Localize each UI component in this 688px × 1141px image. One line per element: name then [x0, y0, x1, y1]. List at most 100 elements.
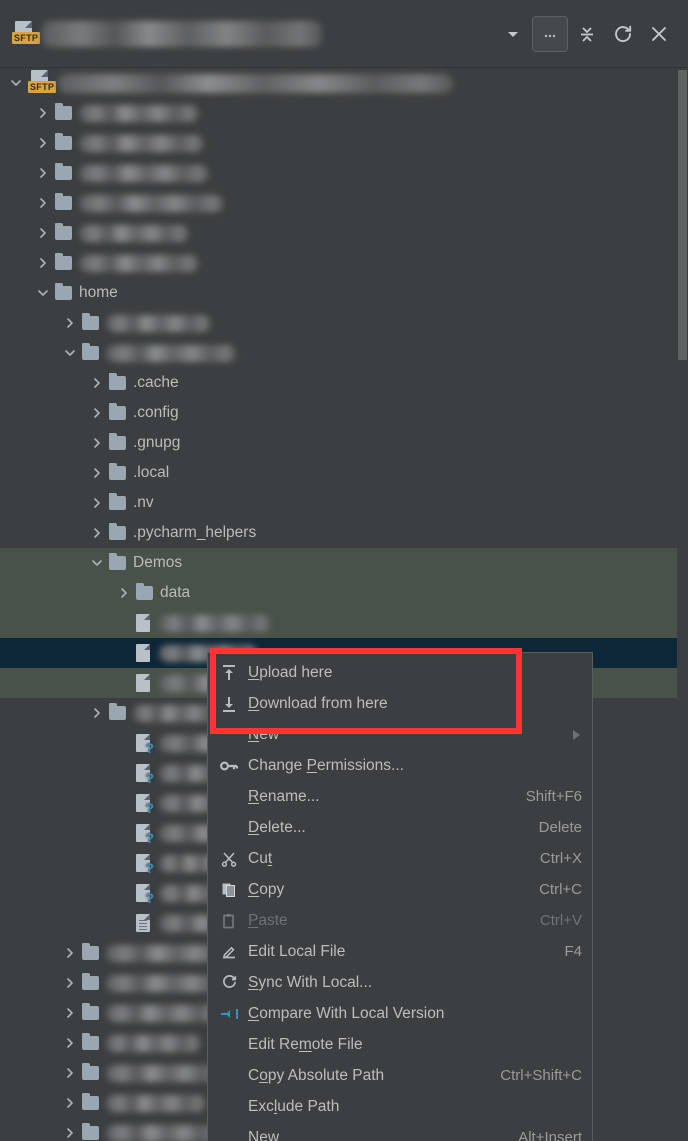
chevron-right-icon[interactable]	[35, 105, 51, 121]
menu-item[interactable]: Exclude Path	[208, 1091, 592, 1122]
menu-item[interactable]: Paste Ctrl+V	[208, 905, 592, 936]
tree-label-redacted	[79, 164, 209, 182]
submenu-arrow-icon	[573, 730, 580, 740]
menu-item-label: Copy	[248, 880, 285, 898]
collapse-all-icon[interactable]	[570, 17, 604, 51]
tree-item-label: .pycharm_helpers	[133, 524, 257, 541]
folder-icon	[82, 1063, 99, 1080]
chevron-right-icon[interactable]	[35, 195, 51, 211]
folder-icon	[109, 523, 126, 540]
chevron-right-icon[interactable]	[89, 405, 105, 421]
chevron-right-icon[interactable]	[62, 315, 78, 331]
tree-label-redacted	[79, 104, 199, 122]
upload-icon	[218, 664, 240, 682]
menu-item[interactable]: Edit Local File F4	[208, 936, 592, 967]
chevron-right-icon[interactable]	[89, 435, 105, 451]
tree-row[interactable]: .local	[0, 458, 688, 488]
connection-selector[interactable]: SFTP	[0, 20, 496, 47]
pencil-icon	[218, 944, 240, 960]
chevron-right-icon[interactable]	[62, 1005, 78, 1021]
chevron-right-icon[interactable]	[89, 375, 105, 391]
chevron-down-icon[interactable]	[8, 75, 24, 91]
vertical-scrollbar[interactable]	[677, 70, 688, 1141]
chevron-right-icon[interactable]	[89, 495, 105, 511]
chevron-right-icon[interactable]	[62, 1125, 78, 1141]
menu-item[interactable]: New	[208, 719, 592, 750]
tree-label-redacted	[106, 344, 236, 362]
chevron-down-icon[interactable]	[35, 285, 51, 301]
tree-row[interactable]: Demos	[0, 548, 688, 578]
chevron-right-icon[interactable]	[35, 165, 51, 181]
tree-row[interactable]	[0, 338, 688, 368]
chevron-right-icon[interactable]	[89, 465, 105, 481]
tree-row[interactable]	[0, 308, 688, 338]
chevron-right-icon[interactable]	[89, 705, 105, 721]
tree-row[interactable]	[0, 128, 688, 158]
tree-row[interactable]: .gnupg	[0, 428, 688, 458]
tree-row[interactable]	[0, 98, 688, 128]
folder-icon	[55, 133, 72, 150]
folder-icon	[109, 463, 126, 480]
menu-item[interactable]: Upload here	[208, 657, 592, 688]
chevron-right-icon[interactable]	[35, 255, 51, 271]
close-icon[interactable]	[642, 17, 676, 51]
tree-row[interactable]	[0, 218, 688, 248]
menu-item[interactable]: Cut Ctrl+X	[208, 843, 592, 874]
chevron-right-icon[interactable]	[62, 1035, 78, 1051]
tree-row[interactable]: .nv	[0, 488, 688, 518]
chevron-right-icon[interactable]	[62, 975, 78, 991]
menu-item[interactable]: Change Permissions...	[208, 750, 592, 781]
tree-row[interactable]	[0, 248, 688, 278]
tree-item-label: .cache	[133, 374, 179, 391]
chevron-down-icon[interactable]	[89, 555, 105, 571]
menu-item[interactable]: Copy Ctrl+C	[208, 874, 592, 905]
chevron-right-icon[interactable]	[35, 135, 51, 151]
tree-row[interactable]: .pycharm_helpers	[0, 518, 688, 548]
chevron-right-icon[interactable]	[116, 585, 132, 601]
menu-item[interactable]: Delete... Delete	[208, 812, 592, 843]
tree-label-redacted	[106, 1034, 201, 1052]
tree-row[interactable]	[0, 188, 688, 218]
tree-label-redacted	[79, 134, 204, 152]
tree-row[interactable]	[0, 158, 688, 188]
scrollbar-thumb[interactable]	[678, 70, 687, 360]
chevron-right-icon[interactable]	[35, 225, 51, 241]
menu-item[interactable]: Sync With Local...	[208, 967, 592, 998]
refresh-icon[interactable]	[606, 17, 640, 51]
folder-icon	[55, 193, 72, 210]
chevron-right-icon[interactable]	[62, 945, 78, 961]
tree-row[interactable]: .config	[0, 398, 688, 428]
menu-item[interactable]: New Alt+Insert	[208, 1122, 592, 1141]
tree-item-label: home	[79, 284, 118, 301]
folder-icon	[55, 163, 72, 180]
tree-row[interactable]	[0, 608, 688, 638]
chevron-right-icon[interactable]	[62, 1065, 78, 1081]
menu-item-shortcut: Ctrl+Shift+C	[500, 1067, 582, 1084]
more-options-button[interactable]	[532, 15, 568, 52]
menu-item[interactable]: Edit Remote File	[208, 1029, 592, 1060]
chevron-down-icon[interactable]	[496, 17, 530, 51]
menu-item[interactable]: Compare With Local Version	[208, 998, 592, 1029]
chevron-right-icon[interactable]	[89, 525, 105, 541]
menu-item[interactable]: Download from here	[208, 688, 592, 719]
chevron-right-icon[interactable]	[62, 1095, 78, 1111]
folder-icon	[55, 283, 72, 300]
tree-root-row[interactable]: SFTP	[0, 68, 688, 98]
scissors-icon	[218, 851, 240, 867]
panel-toolbar: SFTP	[0, 0, 688, 68]
tree-row[interactable]: .cache	[0, 368, 688, 398]
tree-row[interactable]: home	[0, 278, 688, 308]
menu-item[interactable]: Copy Absolute Path Ctrl+Shift+C	[208, 1060, 592, 1091]
folder-icon	[109, 553, 126, 570]
menu-item[interactable]: Rename... Shift+F6	[208, 781, 592, 812]
chevron-down-icon[interactable]	[62, 345, 78, 361]
menu-item-label: Edit Local File	[248, 942, 346, 960]
menu-item-label: Edit Remote File	[248, 1035, 363, 1053]
tree-row[interactable]: data	[0, 578, 688, 608]
tree-item-label: .config	[133, 404, 179, 421]
context-menu[interactable]: Upload here Download from here New Change P…	[207, 652, 593, 1141]
